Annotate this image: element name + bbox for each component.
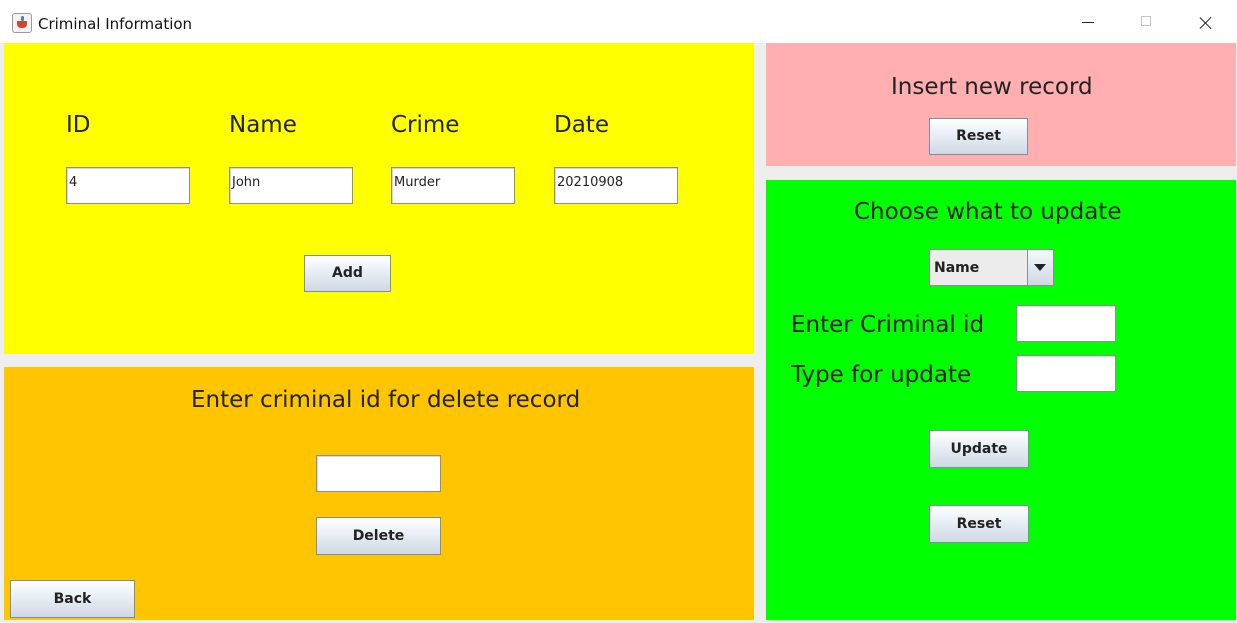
- name-field[interactable]: John: [229, 167, 353, 204]
- title-bar: Criminal Information: [0, 0, 1237, 43]
- close-icon[interactable]: [1183, 6, 1229, 38]
- add-button[interactable]: Add: [304, 255, 391, 292]
- update-heading: Choose what to update: [854, 199, 1122, 225]
- app-window: Criminal Information ID Name Crime Date …: [0, 0, 1237, 623]
- date-label: Date: [554, 112, 609, 138]
- id-field[interactable]: 4: [66, 167, 190, 204]
- delete-heading: Enter criminal id for delete record: [191, 387, 581, 413]
- delete-id-field[interactable]: [316, 455, 441, 492]
- update-button[interactable]: Update: [929, 430, 1029, 468]
- update-field-select[interactable]: Name: [929, 249, 1054, 286]
- criminal-id-label: Enter Criminal id: [791, 312, 985, 338]
- date-field[interactable]: 20210908: [554, 167, 678, 204]
- back-button[interactable]: Back: [10, 580, 135, 618]
- chevron-down-icon[interactable]: [1027, 250, 1053, 285]
- crime-field[interactable]: Murder: [391, 167, 515, 204]
- minimize-icon[interactable]: [1064, 6, 1110, 38]
- insert-reset-button[interactable]: Reset: [929, 118, 1028, 155]
- type-update-label: Type for update: [791, 362, 972, 388]
- type-update-field[interactable]: [1016, 355, 1116, 392]
- update-reset-button[interactable]: Reset: [929, 505, 1029, 543]
- update-record-panel: [766, 180, 1236, 620]
- window-title: Criminal Information: [38, 15, 193, 33]
- delete-button[interactable]: Delete: [316, 517, 441, 555]
- name-label: Name: [229, 112, 297, 138]
- update-field-selected: Name: [934, 260, 980, 276]
- maximize-icon[interactable]: [1124, 6, 1170, 38]
- java-cup-icon: [12, 13, 32, 33]
- criminal-id-field[interactable]: [1016, 305, 1116, 342]
- insert-heading: Insert new record: [891, 74, 1093, 100]
- id-label: ID: [66, 112, 91, 138]
- crime-label: Crime: [391, 112, 460, 138]
